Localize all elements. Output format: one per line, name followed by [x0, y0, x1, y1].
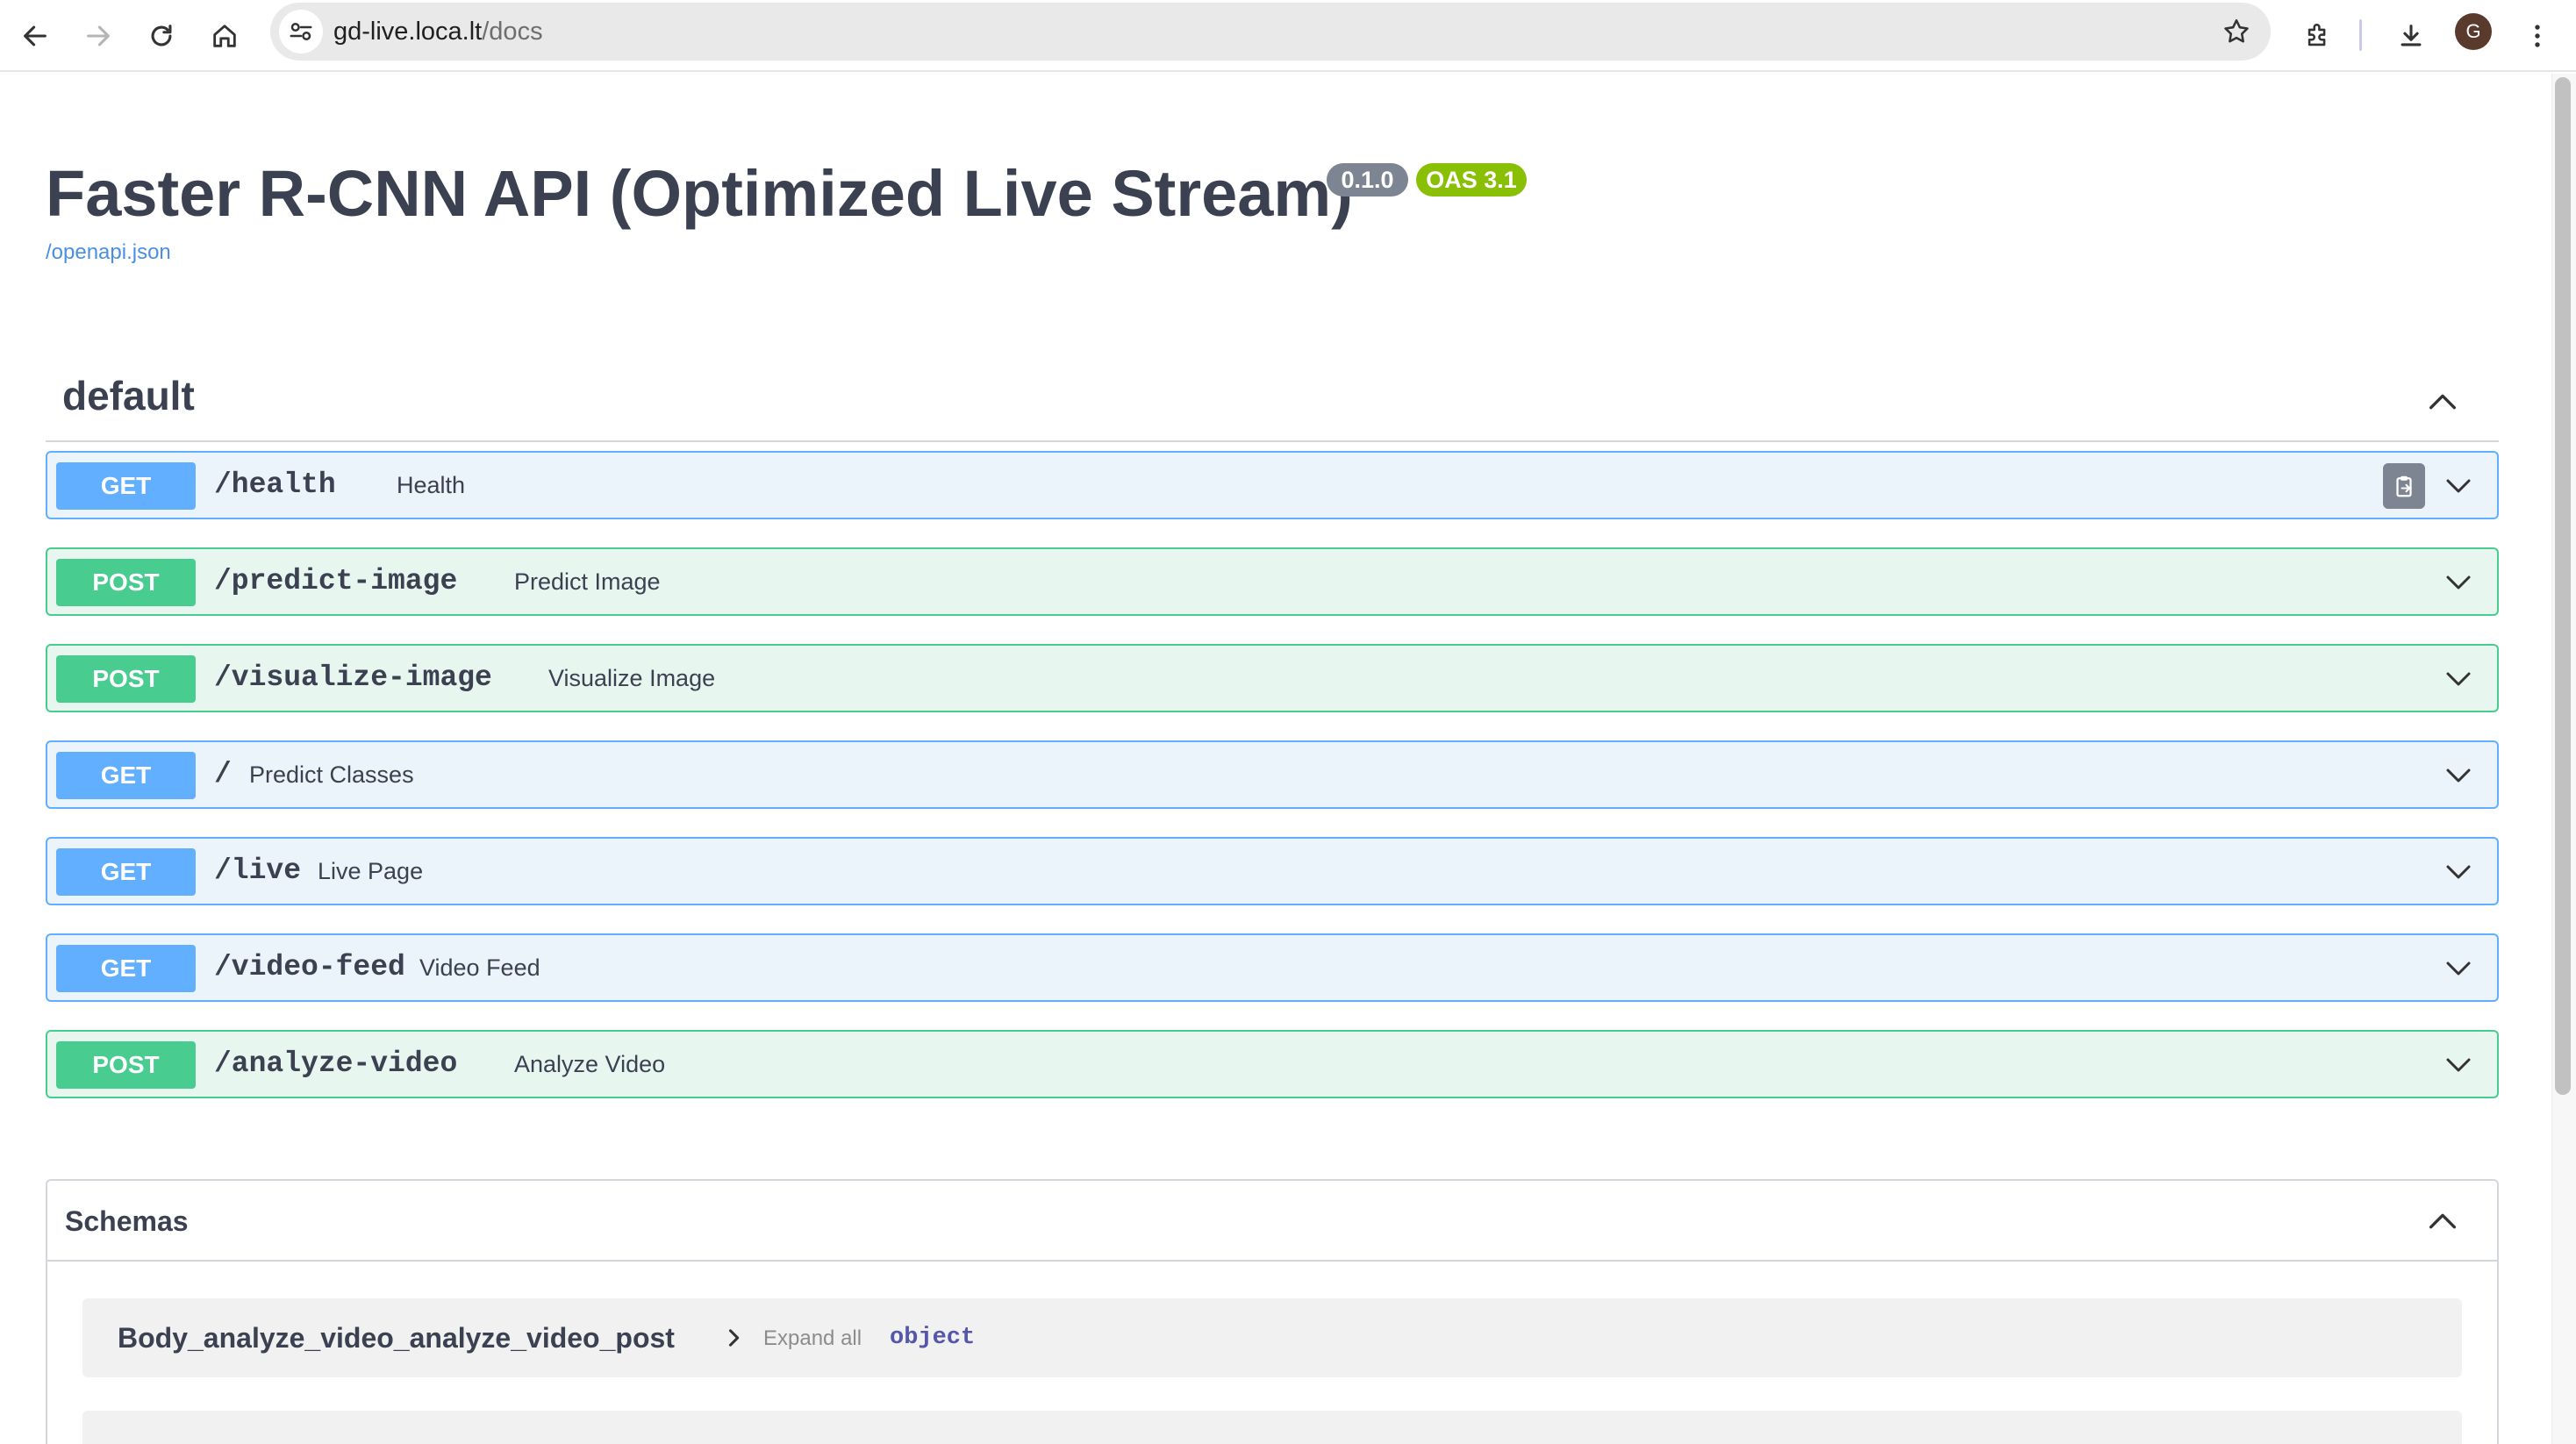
- page-scrollbar-thumb[interactable]: [2555, 77, 2571, 1095]
- method-badge: POST: [56, 1041, 196, 1089]
- method-badge: GET: [56, 848, 196, 896]
- method-badge: GET: [56, 945, 196, 992]
- method-badge: POST: [56, 655, 196, 703]
- operation-summary: Predict Image: [514, 568, 661, 595]
- forward-button[interactable]: [72, 10, 125, 62]
- chevron-down-icon[interactable]: [2443, 567, 2474, 598]
- expand-all-link[interactable]: Expand all: [763, 1298, 862, 1377]
- chevron-right-icon[interactable]: [721, 1326, 746, 1350]
- method-badge: GET: [56, 462, 196, 510]
- url-host: gd-live.loca.lt: [333, 18, 483, 46]
- chevron-down-icon[interactable]: [2443, 760, 2474, 791]
- operation-path: /video-feed: [214, 951, 405, 983]
- operation-get-root[interactable]: GET / Predict Classes: [46, 740, 2499, 809]
- operation-summary: Live Page: [318, 858, 424, 884]
- schemas-header[interactable]: Schemas: [47, 1181, 2497, 1262]
- bookmark-star-icon: [2224, 18, 2249, 43]
- browser-toolbar: gd-live.loca.lt/docs G: [0, 0, 2576, 72]
- tag-name: default: [62, 373, 195, 418]
- downloads-button[interactable]: [2385, 10, 2437, 62]
- operation-path: /analyze-video: [214, 1047, 458, 1080]
- browser-menu-button[interactable]: [2511, 10, 2564, 62]
- method-badge: GET: [56, 752, 196, 799]
- operation-path: /visualize-image: [214, 661, 492, 694]
- chevron-down-icon[interactable]: [2443, 663, 2474, 695]
- operation-get-video-feed[interactable]: GET /video-feed Video Feed: [46, 933, 2499, 1002]
- operation-summary: Predict Classes: [249, 761, 414, 788]
- chevron-up-icon[interactable]: [2425, 1204, 2460, 1239]
- schema-model-partial[interactable]: [82, 1411, 2462, 1444]
- api-title: Faster R-CNN API (Optimized Live Stream): [46, 157, 1353, 230]
- toolbar-divider: [2359, 19, 2362, 51]
- schema-model-name[interactable]: Body_analyze_video_analyze_video_post: [118, 1298, 675, 1377]
- home-icon: [213, 25, 236, 47]
- forward-icon: [87, 25, 110, 46]
- operation-summary: Analyze Video: [514, 1051, 666, 1077]
- back-button[interactable]: [9, 10, 61, 62]
- url-path: /docs: [482, 18, 543, 46]
- tag-header-default[interactable]: default: [46, 363, 2499, 442]
- reload-icon: [151, 25, 172, 46]
- chevron-down-icon[interactable]: [2443, 1049, 2474, 1081]
- profile-avatar[interactable]: G: [2455, 13, 2492, 50]
- operation-path: /: [214, 758, 232, 790]
- home-button[interactable]: [198, 10, 251, 62]
- operation-path: /predict-image: [214, 565, 458, 597]
- chevron-down-icon[interactable]: [2443, 953, 2474, 984]
- address-bar[interactable]: gd-live.loca.lt/docs: [270, 3, 2271, 61]
- back-icon: [24, 25, 47, 46]
- operation-post-visualize-image[interactable]: POST /visualize-image Visualize Image: [46, 644, 2499, 712]
- chevron-down-icon[interactable]: [2443, 470, 2474, 502]
- version-badge: 0.1.0: [1327, 163, 1408, 197]
- operation-summary: Video Feed: [419, 954, 540, 981]
- reload-button[interactable]: [135, 10, 188, 62]
- operation-path: /health: [214, 468, 336, 501]
- operation-post-analyze-video[interactable]: POST /analyze-video Analyze Video: [46, 1030, 2499, 1098]
- operation-path: /live: [214, 854, 302, 887]
- openapi-json-link[interactable]: /openapi.json: [46, 240, 171, 265]
- oas-badge: OAS 3.1: [1416, 163, 1527, 197]
- schema-model-type: object: [890, 1325, 976, 1351]
- operation-summary: Visualize Image: [548, 665, 716, 691]
- method-badge: POST: [56, 559, 196, 606]
- bookmark-button[interactable]: [2215, 10, 2258, 54]
- chevron-up-icon[interactable]: [2425, 384, 2460, 419]
- url-text[interactable]: gd-live.loca.lt/docs: [333, 3, 543, 61]
- operation-get-health[interactable]: GET /health Health: [46, 451, 2499, 519]
- menu-kebab-icon: [2535, 25, 2540, 47]
- operation-get-live[interactable]: GET /live Live Page: [46, 837, 2499, 905]
- operation-summary: Health: [397, 472, 466, 498]
- download-icon: [2401, 25, 2422, 46]
- schemas-section: Schemas Body_analyze_video_analyze_video…: [46, 1179, 2499, 1444]
- copy-path-button[interactable]: [2383, 463, 2425, 509]
- extensions-icon: [2308, 24, 2326, 46]
- chevron-down-icon[interactable]: [2443, 856, 2474, 888]
- copy-icon: [2396, 475, 2412, 497]
- operation-post-predict-image[interactable]: POST /predict-image Predict Image: [46, 547, 2499, 616]
- schemas-title: Schemas: [65, 1205, 189, 1237]
- site-settings-icon: [290, 23, 312, 40]
- extensions-button[interactable]: [2292, 10, 2344, 62]
- schema-model-body-analyze-video[interactable]: Body_analyze_video_analyze_video_post Ex…: [82, 1298, 2462, 1377]
- site-settings-button[interactable]: [279, 10, 323, 54]
